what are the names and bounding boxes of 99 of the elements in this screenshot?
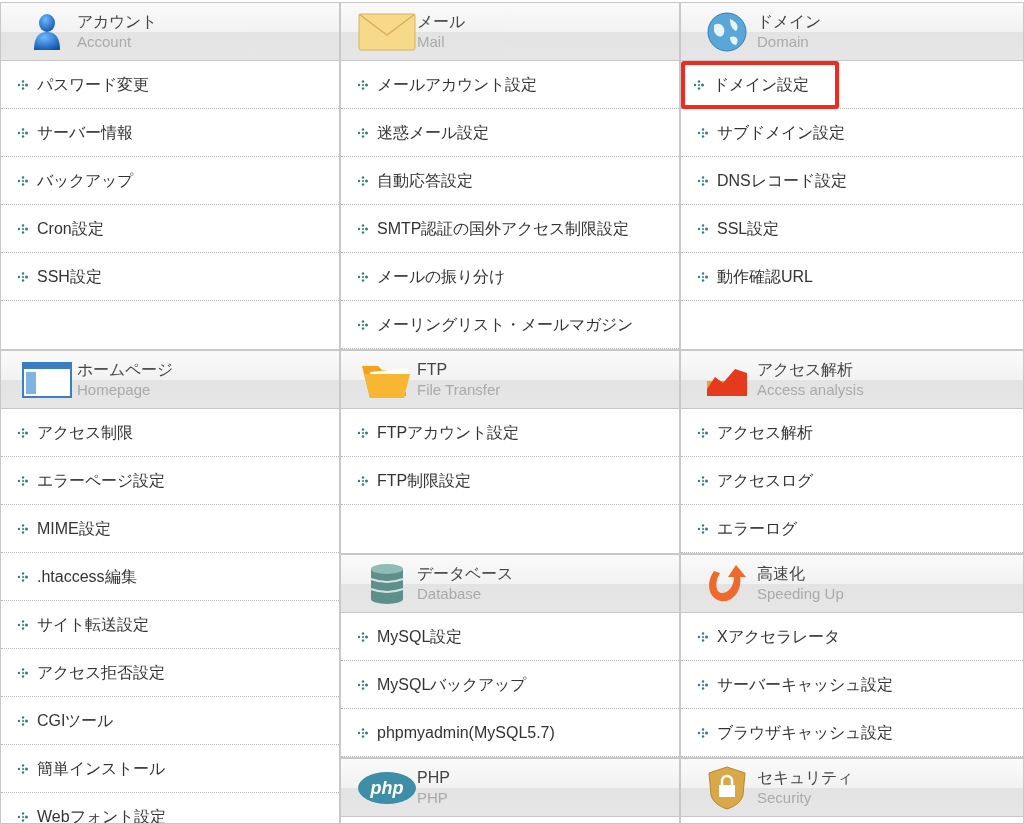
section-title: メール <box>417 11 465 32</box>
menu-link[interactable]: FTP制限設定 <box>353 468 472 493</box>
globe-icon <box>706 10 748 53</box>
chevron-icon <box>17 666 29 679</box>
chevron-icon <box>17 762 29 775</box>
menu-link[interactable]: .htaccess編集 <box>13 564 137 589</box>
chevron-icon <box>357 678 369 691</box>
browser-window-icon <box>22 361 72 398</box>
php-logo: php <box>358 771 416 804</box>
menu-link[interactable]: SMTP認証の国外アクセス制限設定 <box>353 216 630 241</box>
chevron-icon <box>697 726 709 739</box>
chevron-icon <box>697 426 709 439</box>
chevron-icon <box>357 222 369 235</box>
chevron-icon <box>357 726 369 739</box>
menu-link[interactable]: 迷惑メール設定 <box>353 120 489 145</box>
menu-link[interactable]: アクセス解析 <box>693 420 813 445</box>
chevron-icon <box>697 630 709 643</box>
menu-link[interactable]: 簡単インストール <box>13 756 165 781</box>
section-title: FTP <box>417 359 449 380</box>
menu-link[interactable]: Xアクセラレータ <box>693 624 840 649</box>
section-subtitle: Database <box>417 583 483 604</box>
chevron-icon <box>17 126 29 139</box>
chevron-icon <box>17 618 29 631</box>
menu-link[interactable]: MySQL設定 <box>353 624 463 649</box>
menu-link[interactable]: メーリングリスト・メールマガジン <box>353 312 633 337</box>
chevron-icon <box>17 270 29 283</box>
section-subtitle: File Transfer <box>417 379 501 400</box>
chevron-icon <box>357 630 369 643</box>
menu-link[interactable]: アクセス制限 <box>13 420 133 445</box>
section-title: 高速化 <box>757 563 806 584</box>
person-icon <box>32 11 62 52</box>
menu-link[interactable]: MySQLバックアップ <box>353 672 527 697</box>
menu-link[interactable]: Cron設定 <box>13 216 104 241</box>
menu-link[interactable]: phpmyadmin(MySQL5.7) <box>353 720 555 745</box>
chevron-icon <box>357 174 369 187</box>
chevron-icon <box>17 714 29 727</box>
menu-link[interactable]: 自動応答設定 <box>353 168 473 193</box>
menu-link[interactable]: エラーログ <box>693 516 797 541</box>
section-subtitle: Domain <box>757 31 810 52</box>
menu-link[interactable]: メールの振り分け <box>353 264 505 289</box>
chevron-icon <box>17 426 29 439</box>
menu-link[interactable]: エラーページ設定 <box>13 468 165 493</box>
menu-link[interactable]: CGIツール <box>13 708 114 733</box>
menu-link[interactable]: MIME設定 <box>13 516 111 541</box>
chevron-icon <box>17 570 29 583</box>
chevron-icon <box>697 174 709 187</box>
menu-link[interactable]: アクセス拒否設定 <box>13 660 165 685</box>
chevron-icon <box>357 270 369 283</box>
menu-link[interactable]: サブドメイン設定 <box>693 120 845 145</box>
menu-link[interactable]: DNSレコード設定 <box>693 168 847 193</box>
section-title: ホームページ <box>77 359 173 380</box>
section-title: PHP <box>417 767 450 788</box>
shield-lock-icon <box>707 764 747 811</box>
chevron-icon <box>697 522 709 535</box>
database-icon <box>369 562 405 605</box>
section-subtitle: Mail <box>417 31 446 52</box>
menu-link[interactable]: サイト転送設定 <box>13 612 149 637</box>
chevron-icon <box>697 222 709 235</box>
section-title: アカウント <box>77 11 157 32</box>
chevron-icon <box>17 78 29 91</box>
menu-link[interactable]: アクセスログ <box>693 468 813 493</box>
menu-link[interactable]: バックアップ <box>13 168 133 193</box>
section-title: セキュリティ <box>757 767 853 788</box>
menu-link[interactable]: ドメイン設定 <box>681 60 839 109</box>
section-subtitle: Access analysis <box>757 379 864 400</box>
chevron-icon <box>357 126 369 139</box>
menu-link[interactable]: 動作確認URL <box>693 264 813 289</box>
chevron-icon <box>697 126 709 139</box>
menu-link[interactable]: サーバーキャッシュ設定 <box>693 672 893 697</box>
menu-link[interactable]: サーバー情報 <box>13 120 133 145</box>
chevron-icon <box>697 678 709 691</box>
chevron-icon <box>693 78 705 91</box>
section-subtitle: Account <box>77 31 133 52</box>
chevron-icon <box>17 474 29 487</box>
menu-link[interactable]: SSH設定 <box>13 264 102 289</box>
chevron-icon <box>357 318 369 331</box>
menu-link[interactable]: メールアカウント設定 <box>353 72 537 97</box>
menu-link[interactable]: ブラウザキャッシュ設定 <box>693 720 893 745</box>
section-title: ドメイン <box>757 11 821 32</box>
envelope-icon <box>358 12 416 51</box>
menu-link[interactable]: FTPアカウント設定 <box>353 420 520 445</box>
chevron-icon <box>357 474 369 487</box>
menu-link[interactable]: パスワード変更 <box>13 72 149 97</box>
section-subtitle: PHP <box>417 787 449 808</box>
chevron-icon <box>357 78 369 91</box>
section-subtitle: Security <box>757 787 813 808</box>
chevron-icon <box>357 426 369 439</box>
section-subtitle: Speeding Up <box>757 583 844 604</box>
chevron-icon <box>17 522 29 535</box>
section-subtitle: Homepage <box>77 379 152 400</box>
menu-link[interactable]: SSL設定 <box>693 216 780 241</box>
chevron-icon <box>17 222 29 235</box>
section-title: データベース <box>417 563 513 584</box>
section-title: アクセス解析 <box>757 359 854 380</box>
chevron-icon <box>17 810 29 823</box>
chevron-icon <box>697 474 709 487</box>
chevron-icon <box>17 174 29 187</box>
menu-link[interactable]: Webフォント設定 <box>13 804 166 823</box>
chevron-icon <box>697 270 709 283</box>
